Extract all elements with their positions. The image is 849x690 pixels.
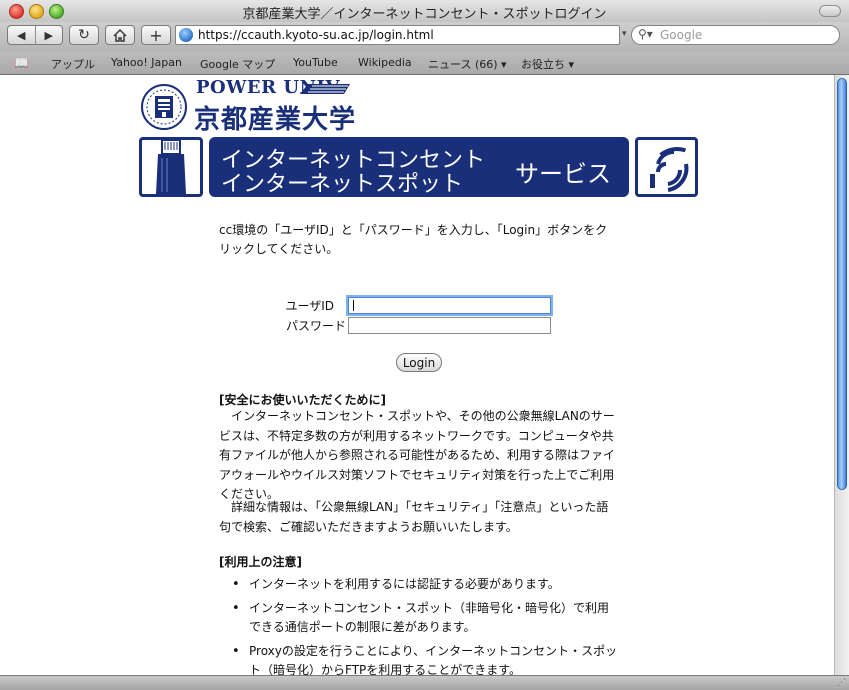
banner-service-label: サービス xyxy=(515,160,611,188)
search-input[interactable]: ⚲▾ Google xyxy=(631,25,840,45)
bookmark-google-maps[interactable]: Google マップ xyxy=(200,56,275,72)
login-instructions: cc環境の「ユーザID」と「パスワード」を入力し、「Login」ボタンをクリック… xyxy=(219,223,608,256)
notes-list: インターネットを利用するには認証する必要があります。 インターネットコンセント・… xyxy=(219,575,619,675)
back-button[interactable]: ◀ xyxy=(8,29,35,42)
list-item: Proxyの設定を行うことにより、インターネットコンセント・スポット（暗号化）か… xyxy=(219,642,619,675)
window-title: 京都産業大学／インターネットコンセント・スポットログイン xyxy=(242,7,607,22)
wireless-signal-icon xyxy=(635,137,698,197)
logo-stripes-decoration xyxy=(300,84,350,94)
browser-toolbar: ◀ ▶ ↻ + https://ccauth.kyoto-su.ac.jp/lo… xyxy=(0,22,849,52)
bookmark-useful-label: お役立ち xyxy=(521,58,565,71)
bookmark-useful-folder[interactable]: お役立ち ▾ xyxy=(521,56,574,72)
home-button[interactable] xyxy=(105,25,135,45)
bookmark-youtube[interactable]: YouTube xyxy=(293,56,338,69)
bookmark-news-label: ニュース (66) xyxy=(428,58,498,71)
search-placeholder: Google xyxy=(660,28,703,42)
address-bar[interactable]: https://ccauth.kyoto-su.ac.jp/login.html xyxy=(175,25,620,45)
vertical-scrollbar[interactable] xyxy=(834,75,849,675)
window-titlebar: 京都産業大学／インターネットコンセント・スポットログイン xyxy=(0,0,849,23)
bookmarks-bar: 📖 アップル Yahoo! Japan Google マップ YouTube W… xyxy=(0,52,849,75)
safety-paragraph-1: インターネットコンセント・スポットや、その他の公衆無線LANのサービスは、不特定… xyxy=(219,409,616,501)
password-input[interactable] xyxy=(348,317,551,334)
toolbar-toggle-button[interactable] xyxy=(819,5,841,17)
search-icon: ⚲▾ xyxy=(638,27,653,41)
globe-icon xyxy=(179,28,193,42)
resize-grip-icon[interactable]: ⋰ xyxy=(837,678,846,688)
url-text: https://ccauth.kyoto-su.ac.jp/login.html xyxy=(198,28,434,42)
add-bookmark-button[interactable]: + xyxy=(141,25,171,45)
safety-heading: [安全にお使いいただくために] xyxy=(219,393,386,407)
university-name: 京都産業大学 xyxy=(194,105,357,135)
list-item: インターネットコンセント・スポット（非暗号化・暗号化）で利用できる通信ポートの制… xyxy=(219,599,619,637)
status-bar: ⋰ xyxy=(0,675,849,690)
scrollbar-thumb[interactable] xyxy=(837,78,847,490)
userid-label: ユーザID xyxy=(285,299,334,313)
back-forward-group: ◀ ▶ xyxy=(7,25,63,45)
text-caret xyxy=(353,300,354,311)
notes-heading: [利用上の注意] xyxy=(219,555,302,569)
bookmark-wikipedia[interactable]: Wikipedia xyxy=(358,56,412,69)
bookmarks-book-icon[interactable]: 📖 xyxy=(14,56,29,70)
password-label: パスワード xyxy=(285,319,346,333)
bookmark-apple[interactable]: アップル xyxy=(51,56,95,72)
page-content: POWER UNIV. 京都産業大学 インターネットコンセント インターネットス… xyxy=(0,75,834,675)
service-banner: インターネットコンセント インターネットスポット サービス xyxy=(209,137,629,197)
university-emblem-icon xyxy=(141,84,187,130)
userid-input[interactable] xyxy=(348,297,551,314)
safety-paragraph-2: 詳細な情報は、「公衆無線LAN」「セキュリティ」「注意点」といった語句で検索、ご… xyxy=(219,500,609,534)
list-item: インターネットを利用するには認証する必要があります。 xyxy=(219,575,619,594)
forward-button[interactable]: ▶ xyxy=(36,29,63,42)
bookmark-yahoo-japan[interactable]: Yahoo! Japan xyxy=(111,56,182,69)
home-icon xyxy=(113,28,127,42)
address-dropdown-icon[interactable]: ▾ xyxy=(622,29,627,39)
login-button[interactable]: Login xyxy=(396,353,442,372)
reload-button[interactable]: ↻ xyxy=(69,25,99,45)
bookmark-news-folder[interactable]: ニュース (66) ▾ xyxy=(428,56,507,72)
banner-title-line2: インターネットスポット xyxy=(221,172,464,197)
ethernet-cable-icon xyxy=(139,137,203,197)
